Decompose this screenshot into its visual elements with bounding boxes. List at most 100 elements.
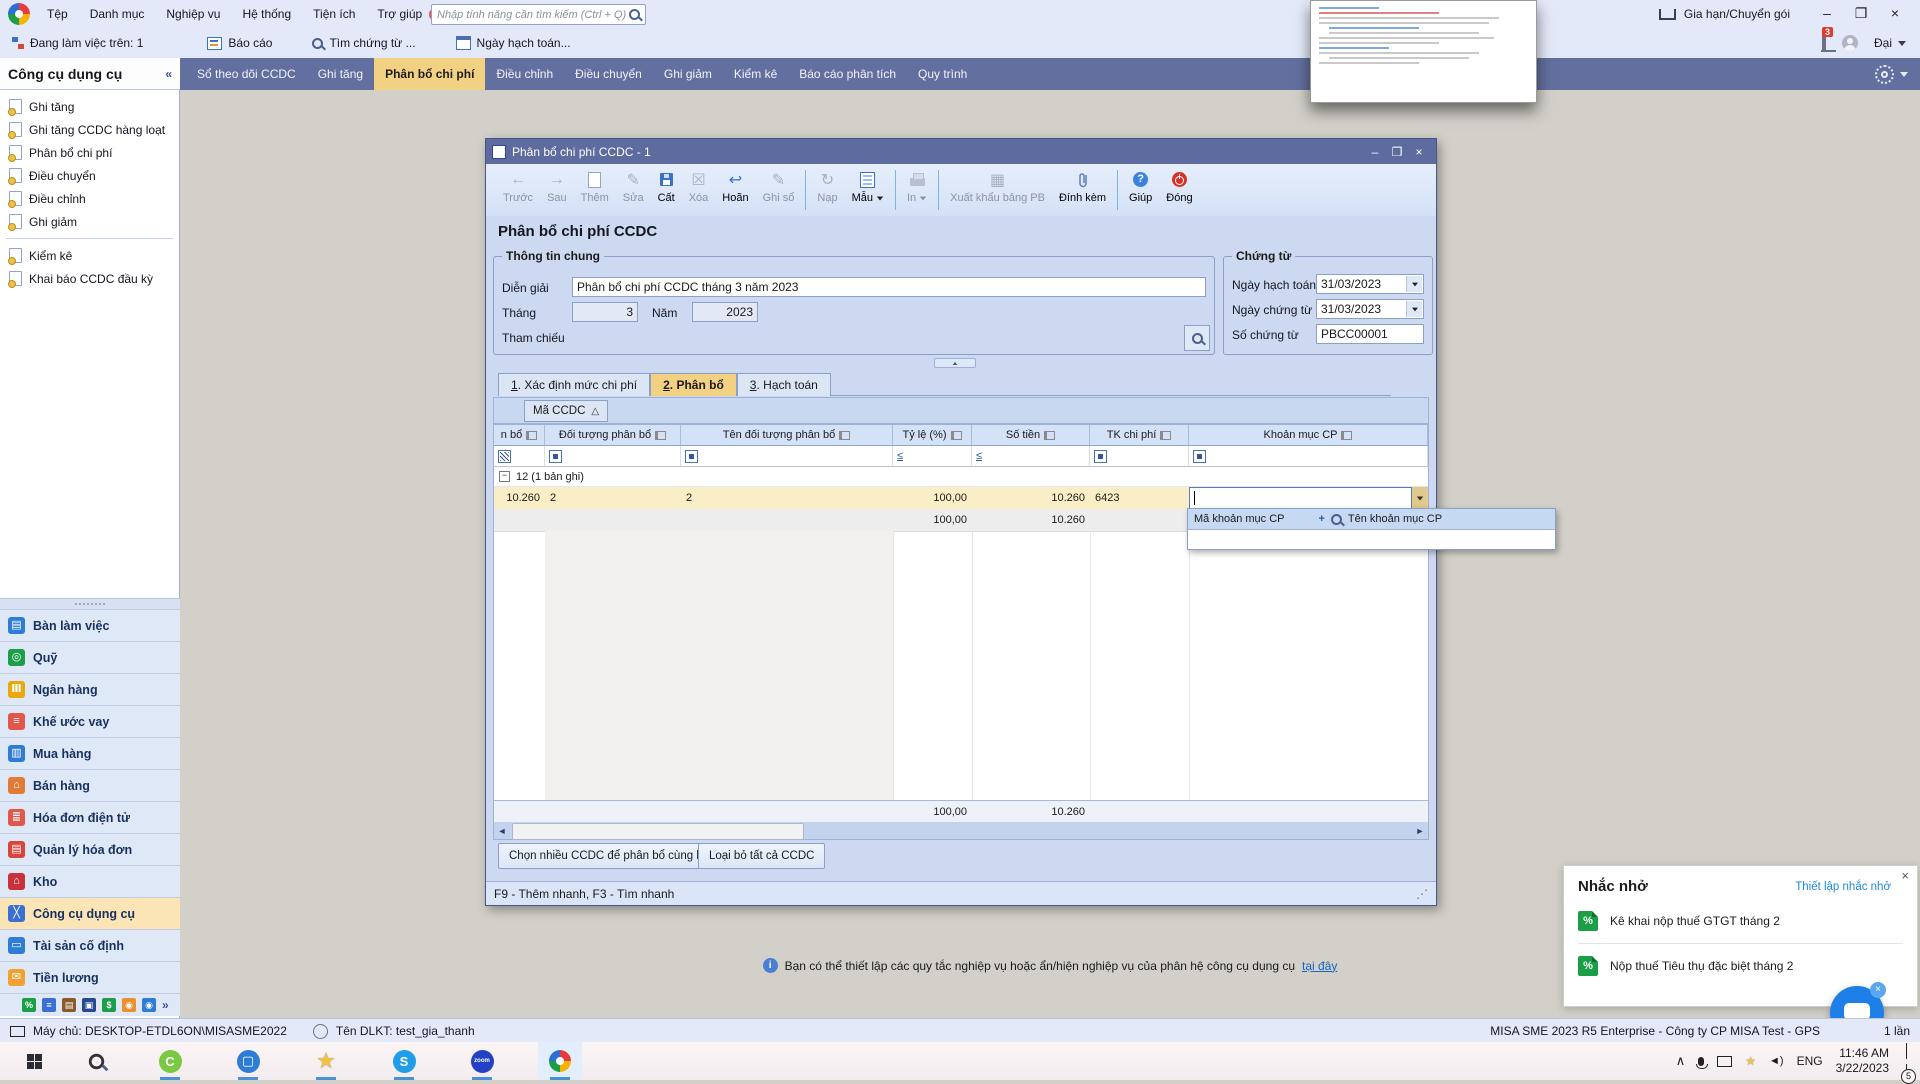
horizontal-scrollbar[interactable]: ◄ ► <box>494 822 1428 839</box>
cell-dropdown-button[interactable] <box>1412 487 1428 509</box>
cell-ten-doi-tuong[interactable]: 2 <box>681 487 893 509</box>
ledger-icon[interactable]: ▤ <box>62 998 76 1012</box>
budget-icon[interactable]: ▣ <box>82 998 96 1012</box>
preview-thumbnail[interactable] <box>1310 0 1537 103</box>
money-bag-icon[interactable]: $ <box>102 998 116 1012</box>
cell-so-tien[interactable]: 10.260 <box>972 487 1090 509</box>
filter-cell[interactable]: ≤ <box>893 446 972 467</box>
chevron-down-icon[interactable] <box>1406 301 1422 317</box>
maximize-icon[interactable]: ❐ <box>1844 2 1878 24</box>
module-khe-uoc-vay[interactable]: ≡Khế ước vay <box>0 705 180 737</box>
tab-kiem-ke[interactable]: Kiểm kê <box>723 58 788 90</box>
cell-ma[interactable]: 10.260 <box>494 487 545 509</box>
column-header-so-tien[interactable]: Số tiền <box>972 425 1090 446</box>
cell-doi-tuong[interactable]: 2 <box>545 487 681 509</box>
dialog-minimize-icon[interactable]: – <box>1364 143 1386 160</box>
start-button[interactable] <box>12 1042 56 1080</box>
skype-app[interactable]: S <box>382 1042 426 1080</box>
tab-ghi-giam[interactable]: Ghi giảm <box>653 58 723 90</box>
hidden-icons-button[interactable]: ∧ <box>1676 1053 1686 1069</box>
post-button[interactable]: ✎Ghi sổ <box>756 168 802 206</box>
tab-dieu-chuyen[interactable]: Điều chuyển <box>564 58 653 90</box>
dien-giai-input[interactable]: Phân bổ chi phí CCDC tháng 3 năm 2023 <box>572 277 1206 297</box>
menu-nghiep-vu[interactable]: Nghiệp vụ <box>155 0 231 28</box>
sidebar-item-ghi-tang[interactable]: Ghi tăng <box>0 95 179 118</box>
tab-quy-trinh[interactable]: Quy trình <box>907 58 978 90</box>
clock[interactable]: 11:46 AM 3/22/2023 <box>1836 1046 1889 1076</box>
save-button[interactable]: Cất <box>651 168 682 206</box>
help-button[interactable]: ?Giúp <box>1122 168 1159 206</box>
search-input[interactable]: Nhập tính năng cần tìm kiếm (Ctrl + Q) <box>431 4 646 25</box>
calculator-icon[interactable]: ≡ <box>42 998 56 1012</box>
filter-operator[interactable]: ≤ <box>897 450 903 462</box>
column-header-doi-tuong[interactable]: Đối tượng phân bổ <box>545 425 681 446</box>
sidebar-item-phan-bo-chi-phi[interactable]: Phân bổ chi phí <box>0 141 179 164</box>
collapse-header-handle[interactable] <box>934 358 976 368</box>
print-button[interactable]: In <box>900 168 934 206</box>
reminder-settings-link[interactable]: Thiết lập nhắc nhở <box>1795 881 1891 893</box>
module-quy[interactable]: ◎Quỹ <box>0 641 180 673</box>
so-chung-tu-input[interactable]: PBCC00001 <box>1316 324 1424 344</box>
info-link[interactable]: tại đây <box>1302 959 1337 973</box>
search-icon[interactable] <box>1331 514 1342 525</box>
sidebar-item-dieu-chinh[interactable]: Điều chỉnh <box>0 187 179 210</box>
edit-button[interactable]: ✎Sửa <box>616 168 651 206</box>
upgrade-menu[interactable]: Gia hạn/Chuyển gói <box>1659 0 1790 28</box>
pin-icon[interactable] <box>1160 431 1171 440</box>
menu-he-thong[interactable]: Hệ thống <box>231 0 302 28</box>
attach-button[interactable]: Đính kèm <box>1052 168 1113 206</box>
tray-star-icon[interactable]: ★ <box>1745 1054 1756 1068</box>
module-cong-cu-dung-cu[interactable]: ╳Công cụ dụng cụ <box>0 897 180 929</box>
remove-all-ccdc-button[interactable]: Loại bỏ tất cả CCDC <box>698 843 825 869</box>
cell-khoan-muc-editor[interactable] <box>1189 487 1412 509</box>
ngay-hach-toan-input[interactable]: 31/03/2023 <box>1316 274 1424 294</box>
resize-grip[interactable]: ⋰ <box>1416 887 1428 901</box>
popup-col-ma[interactable]: Mã khoản mục CP <box>1194 513 1284 525</box>
scroll-left-arrow[interactable]: ◄ <box>494 822 510 839</box>
network-icon[interactable] <box>1717 1056 1732 1067</box>
star-app[interactable]: ★ <box>304 1042 348 1080</box>
cell-ty-le[interactable]: 100,00 <box>893 487 972 509</box>
undo-button[interactable]: ↩Hoãn <box>715 168 755 206</box>
column-header-khoan-muc-cp[interactable]: Khoản mục CP <box>1189 425 1428 446</box>
close-dialog-button[interactable]: Đóng <box>1159 168 1199 206</box>
scrollbar-thumb[interactable] <box>512 823 804 840</box>
report-button[interactable]: Báo cáo <box>207 36 272 50</box>
filter-cell[interactable] <box>545 446 681 467</box>
sidebar-item-khai-bao-dau-ky[interactable]: Khai báo CCDC đầu kỳ <box>0 267 179 290</box>
collapse-sidebar-button[interactable]: « <box>165 67 172 81</box>
tab-bao-cao-phan-tich[interactable]: Báo cáo phân tích <box>788 58 907 90</box>
column-header-ten-doi-tuong[interactable]: Tên đối tượng phân bổ <box>681 425 893 446</box>
reminder-item[interactable]: % Kê khai nộp thuế GTGT tháng 2 <box>1564 895 1917 931</box>
coccoc-app[interactable]: C <box>148 1042 192 1080</box>
action-center-button[interactable]: 5 <box>1906 1044 1910 1079</box>
minimize-icon[interactable]: – <box>1810 2 1844 24</box>
user-menu[interactable]: Đại <box>1874 36 1906 50</box>
posting-date-button[interactable]: Ngày hạch toán... <box>456 36 571 50</box>
collapse-group-icon[interactable]: − <box>499 471 510 482</box>
tabstrip-settings-button[interactable] <box>1875 65 1908 84</box>
menu-danh-muc[interactable]: Danh mục <box>79 0 156 28</box>
tham-chieu-lookup-button[interactable] <box>1184 325 1210 351</box>
tab-ghi-tang[interactable]: Ghi tăng <box>307 58 374 90</box>
module-kho[interactable]: ⌂Kho <box>0 865 180 897</box>
customer-icon[interactable]: ◉ <box>142 998 156 1012</box>
cell-tk-chi-phi[interactable]: 6423 <box>1090 487 1189 509</box>
microphone-icon[interactable] <box>1698 1057 1704 1066</box>
module-hoa-don-dien-tu[interactable]: ≣Hóa đơn điện tử <box>0 801 180 833</box>
pin-icon[interactable] <box>951 431 962 440</box>
next-button[interactable]: →Sau <box>540 168 574 206</box>
zoom-app[interactable]: zoom <box>460 1042 504 1080</box>
table-row[interactable]: 10.260 2 2 100,00 10.260 6423 <box>494 487 1428 510</box>
sidebar-item-kiem-ke[interactable]: Kiểm kê <box>0 244 179 267</box>
sidebar-item-ghi-tang-hang-loat[interactable]: Ghi tăng CCDC hàng loạt <box>0 118 179 141</box>
working-on-button[interactable]: Đang làm việc trên: 1 <box>12 36 143 50</box>
filter-cell[interactable] <box>1090 446 1189 467</box>
tax-icon[interactable]: % <box>22 998 36 1012</box>
add-button[interactable]: Thêm <box>574 168 616 206</box>
ngay-chung-tu-input[interactable]: 31/03/2023 <box>1316 299 1424 319</box>
module-ngan-hang[interactable]: ⅢNgân hàng <box>0 673 180 705</box>
popup-col-ten[interactable]: Tên khoản mục CP <box>1348 513 1442 525</box>
language-indicator[interactable]: ENG <box>1797 1054 1823 1068</box>
misa-app[interactable] <box>538 1042 582 1080</box>
